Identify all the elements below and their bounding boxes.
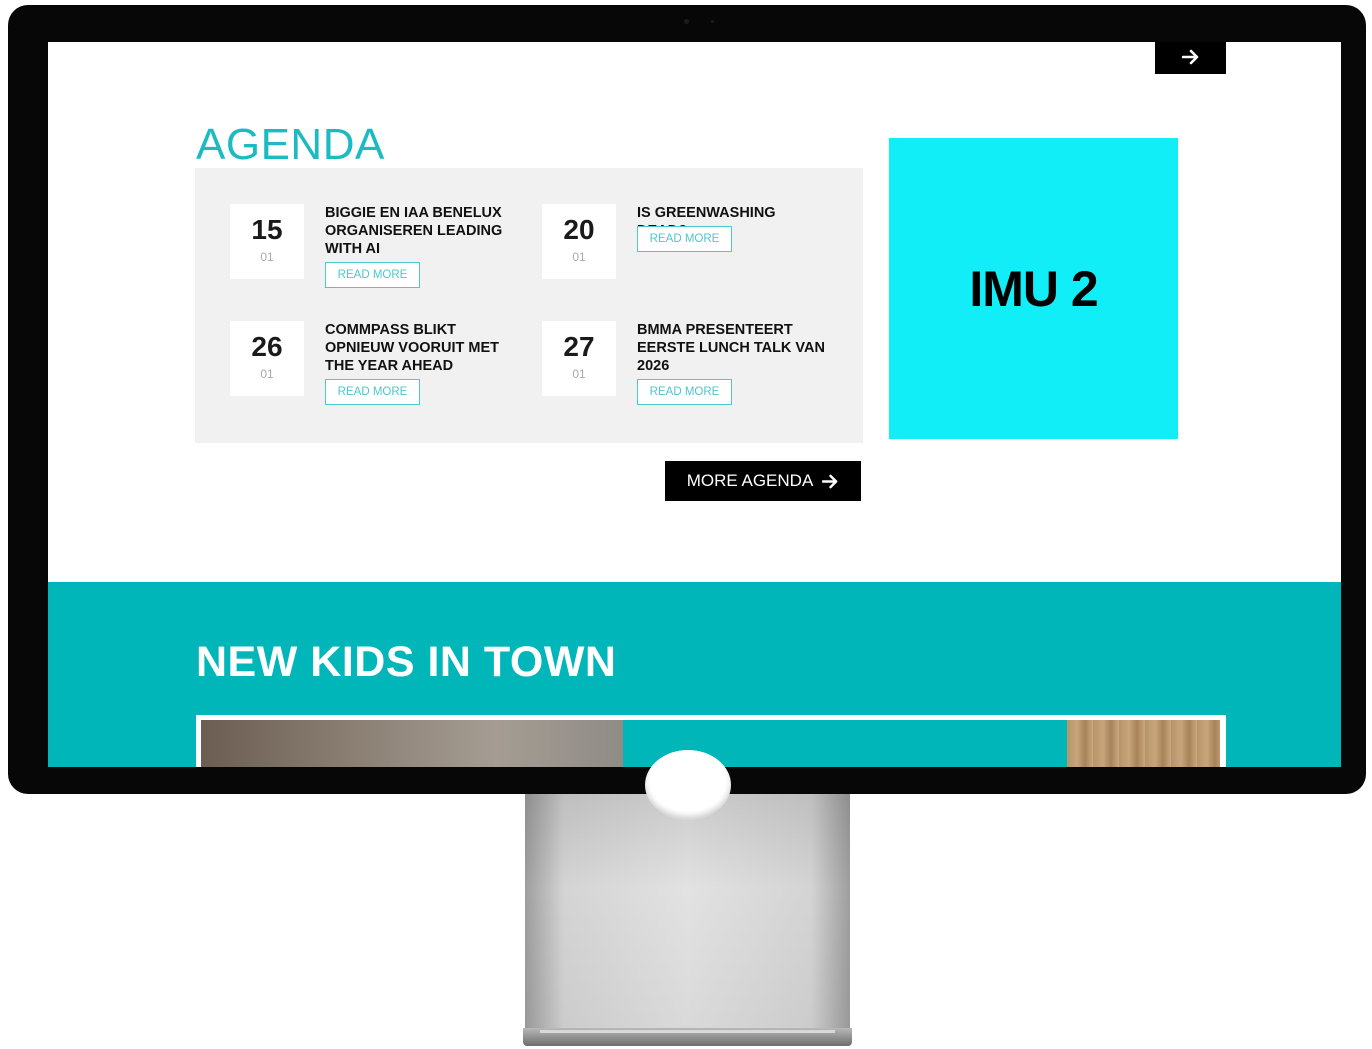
- event-day: 26: [251, 331, 283, 362]
- event-day: 27: [563, 331, 595, 362]
- date-box: 26 01: [230, 321, 304, 396]
- date-box: 20 01: [542, 204, 616, 279]
- next-button[interactable]: [1155, 42, 1226, 74]
- event-day: 15: [251, 214, 283, 245]
- read-more-button[interactable]: READ MORE: [637, 226, 732, 252]
- agenda-panel: 15 01 BIGGIE EN IAA BENELUX ORGANISEREN …: [195, 168, 863, 443]
- arrow-right-icon: [822, 474, 838, 488]
- imu-ad-banner[interactable]: IMU 2: [889, 138, 1178, 439]
- ad-label: IMU 2: [969, 260, 1098, 317]
- event-title[interactable]: COMMPASS BLIKT OPNIEUW VOORUIT MET THE Y…: [325, 321, 515, 375]
- event-month: 01: [572, 367, 586, 381]
- article-image[interactable]: [201, 720, 623, 767]
- section-title: NEW KIDS IN TOWN: [196, 638, 617, 686]
- base-highlight: [540, 1030, 835, 1033]
- event-title[interactable]: BMMA PRESENTEERT EERSTE LUNCH TALK VAN 2…: [637, 321, 827, 375]
- event-month: 01: [260, 367, 274, 381]
- arrow-right-icon: [1181, 49, 1198, 65]
- event-day: 20: [563, 214, 595, 245]
- read-more-button[interactable]: READ MORE: [637, 379, 732, 405]
- date-box: 27 01: [542, 321, 616, 396]
- event-title[interactable]: BIGGIE EN IAA BENELUX ORGANISEREN LEADIN…: [325, 204, 515, 258]
- date-box: 15 01: [230, 204, 304, 279]
- read-more-button[interactable]: READ MORE: [325, 379, 420, 405]
- stand-shading: [525, 794, 850, 1030]
- stand-cutout: [645, 750, 731, 820]
- more-agenda-label: MORE AGENDA: [686, 471, 814, 490]
- more-agenda-button[interactable]: MORE AGENDA: [665, 461, 861, 501]
- sensor-icon: [711, 20, 714, 23]
- event-month: 01: [572, 250, 586, 264]
- camera-icon: [684, 19, 689, 24]
- monitor-bezel: AGENDA 15 01 BIGGIE EN IAA BENELUX ORGAN…: [8, 5, 1366, 794]
- read-more-button[interactable]: READ MORE: [325, 262, 420, 288]
- article-image[interactable]: [1067, 720, 1220, 767]
- event-month: 01: [260, 250, 274, 264]
- new-kids-section: NEW KIDS IN TOWN: [48, 582, 1341, 767]
- screen: AGENDA 15 01 BIGGIE EN IAA BENELUX ORGAN…: [48, 42, 1341, 767]
- agenda-title: AGENDA: [196, 120, 385, 169]
